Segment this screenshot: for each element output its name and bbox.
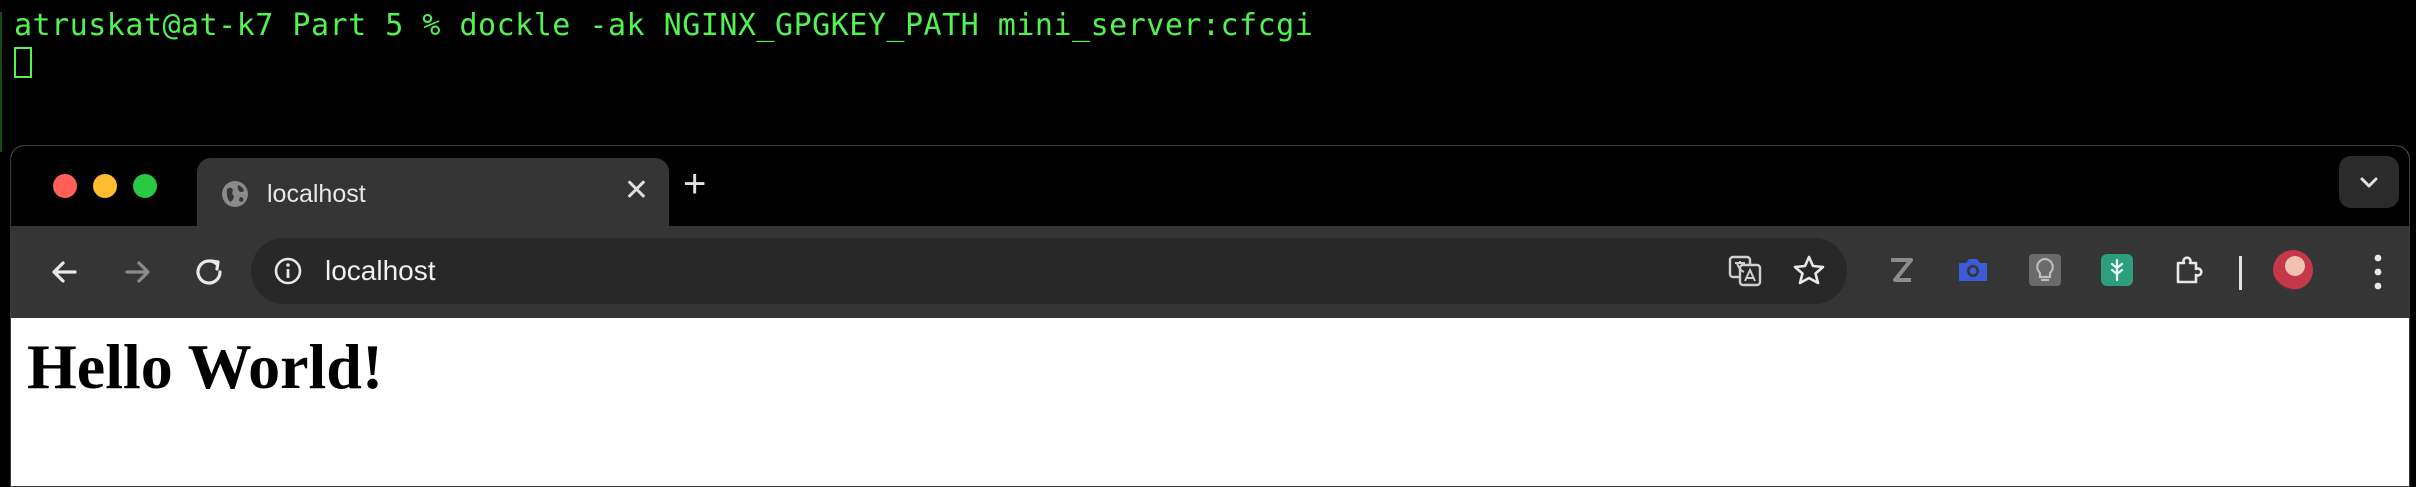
translate-icon[interactable] [1727, 253, 1763, 289]
close-tab-icon[interactable]: ✕ [624, 176, 649, 206]
tab-localhost[interactable]: localhost ✕ [197, 158, 669, 228]
site-info-icon[interactable] [273, 256, 303, 286]
globe-icon [222, 181, 248, 207]
zoom-window-button[interactable] [133, 174, 157, 198]
tab-search-button[interactable] [2339, 156, 2399, 208]
toolbar-divider [2239, 256, 2242, 290]
url-text[interactable]: localhost [325, 255, 436, 287]
terminal-cursor [14, 47, 32, 78]
browser-window: localhost ✕ + localhost Hello World! [10, 145, 2410, 487]
reload-icon[interactable] [189, 252, 229, 292]
close-window-button[interactable] [53, 174, 77, 198]
browser-toolbar: localhost [11, 226, 2409, 318]
chevron-down-icon [2360, 177, 2378, 188]
puzzle-extensions-icon[interactable] [2171, 252, 2207, 288]
forward-arrow-icon[interactable] [117, 252, 157, 292]
page-content: Hello World! [11, 318, 2409, 486]
terminal-command-line: atruskat@at-k7 Part 5 % dockle -ak NGINX… [14, 8, 1314, 43]
lightbulb-extension-icon[interactable] [2027, 252, 2063, 288]
terminal-scroll-marker [0, 12, 8, 152]
new-tab-button[interactable]: + [683, 164, 706, 204]
bookmark-star-icon[interactable] [1791, 253, 1827, 289]
address-bar[interactable]: localhost [251, 238, 1847, 304]
profile-avatar[interactable] [2273, 250, 2313, 290]
tab-strip: localhost ✕ + [11, 146, 2409, 228]
camera-extension-icon[interactable] [1955, 252, 1991, 288]
grammar-extension-icon[interactable] [2099, 252, 2135, 288]
back-arrow-icon[interactable] [45, 252, 85, 292]
tab-title: localhost [267, 180, 366, 208]
kebab-menu-icon[interactable] [2363, 250, 2393, 294]
zotero-extension-icon[interactable] [1883, 252, 1919, 288]
page-heading: Hello World! [27, 331, 384, 402]
terminal-window[interactable]: atruskat@at-k7 Part 5 % dockle -ak NGINX… [0, 0, 2416, 152]
minimize-window-button[interactable] [93, 174, 117, 198]
